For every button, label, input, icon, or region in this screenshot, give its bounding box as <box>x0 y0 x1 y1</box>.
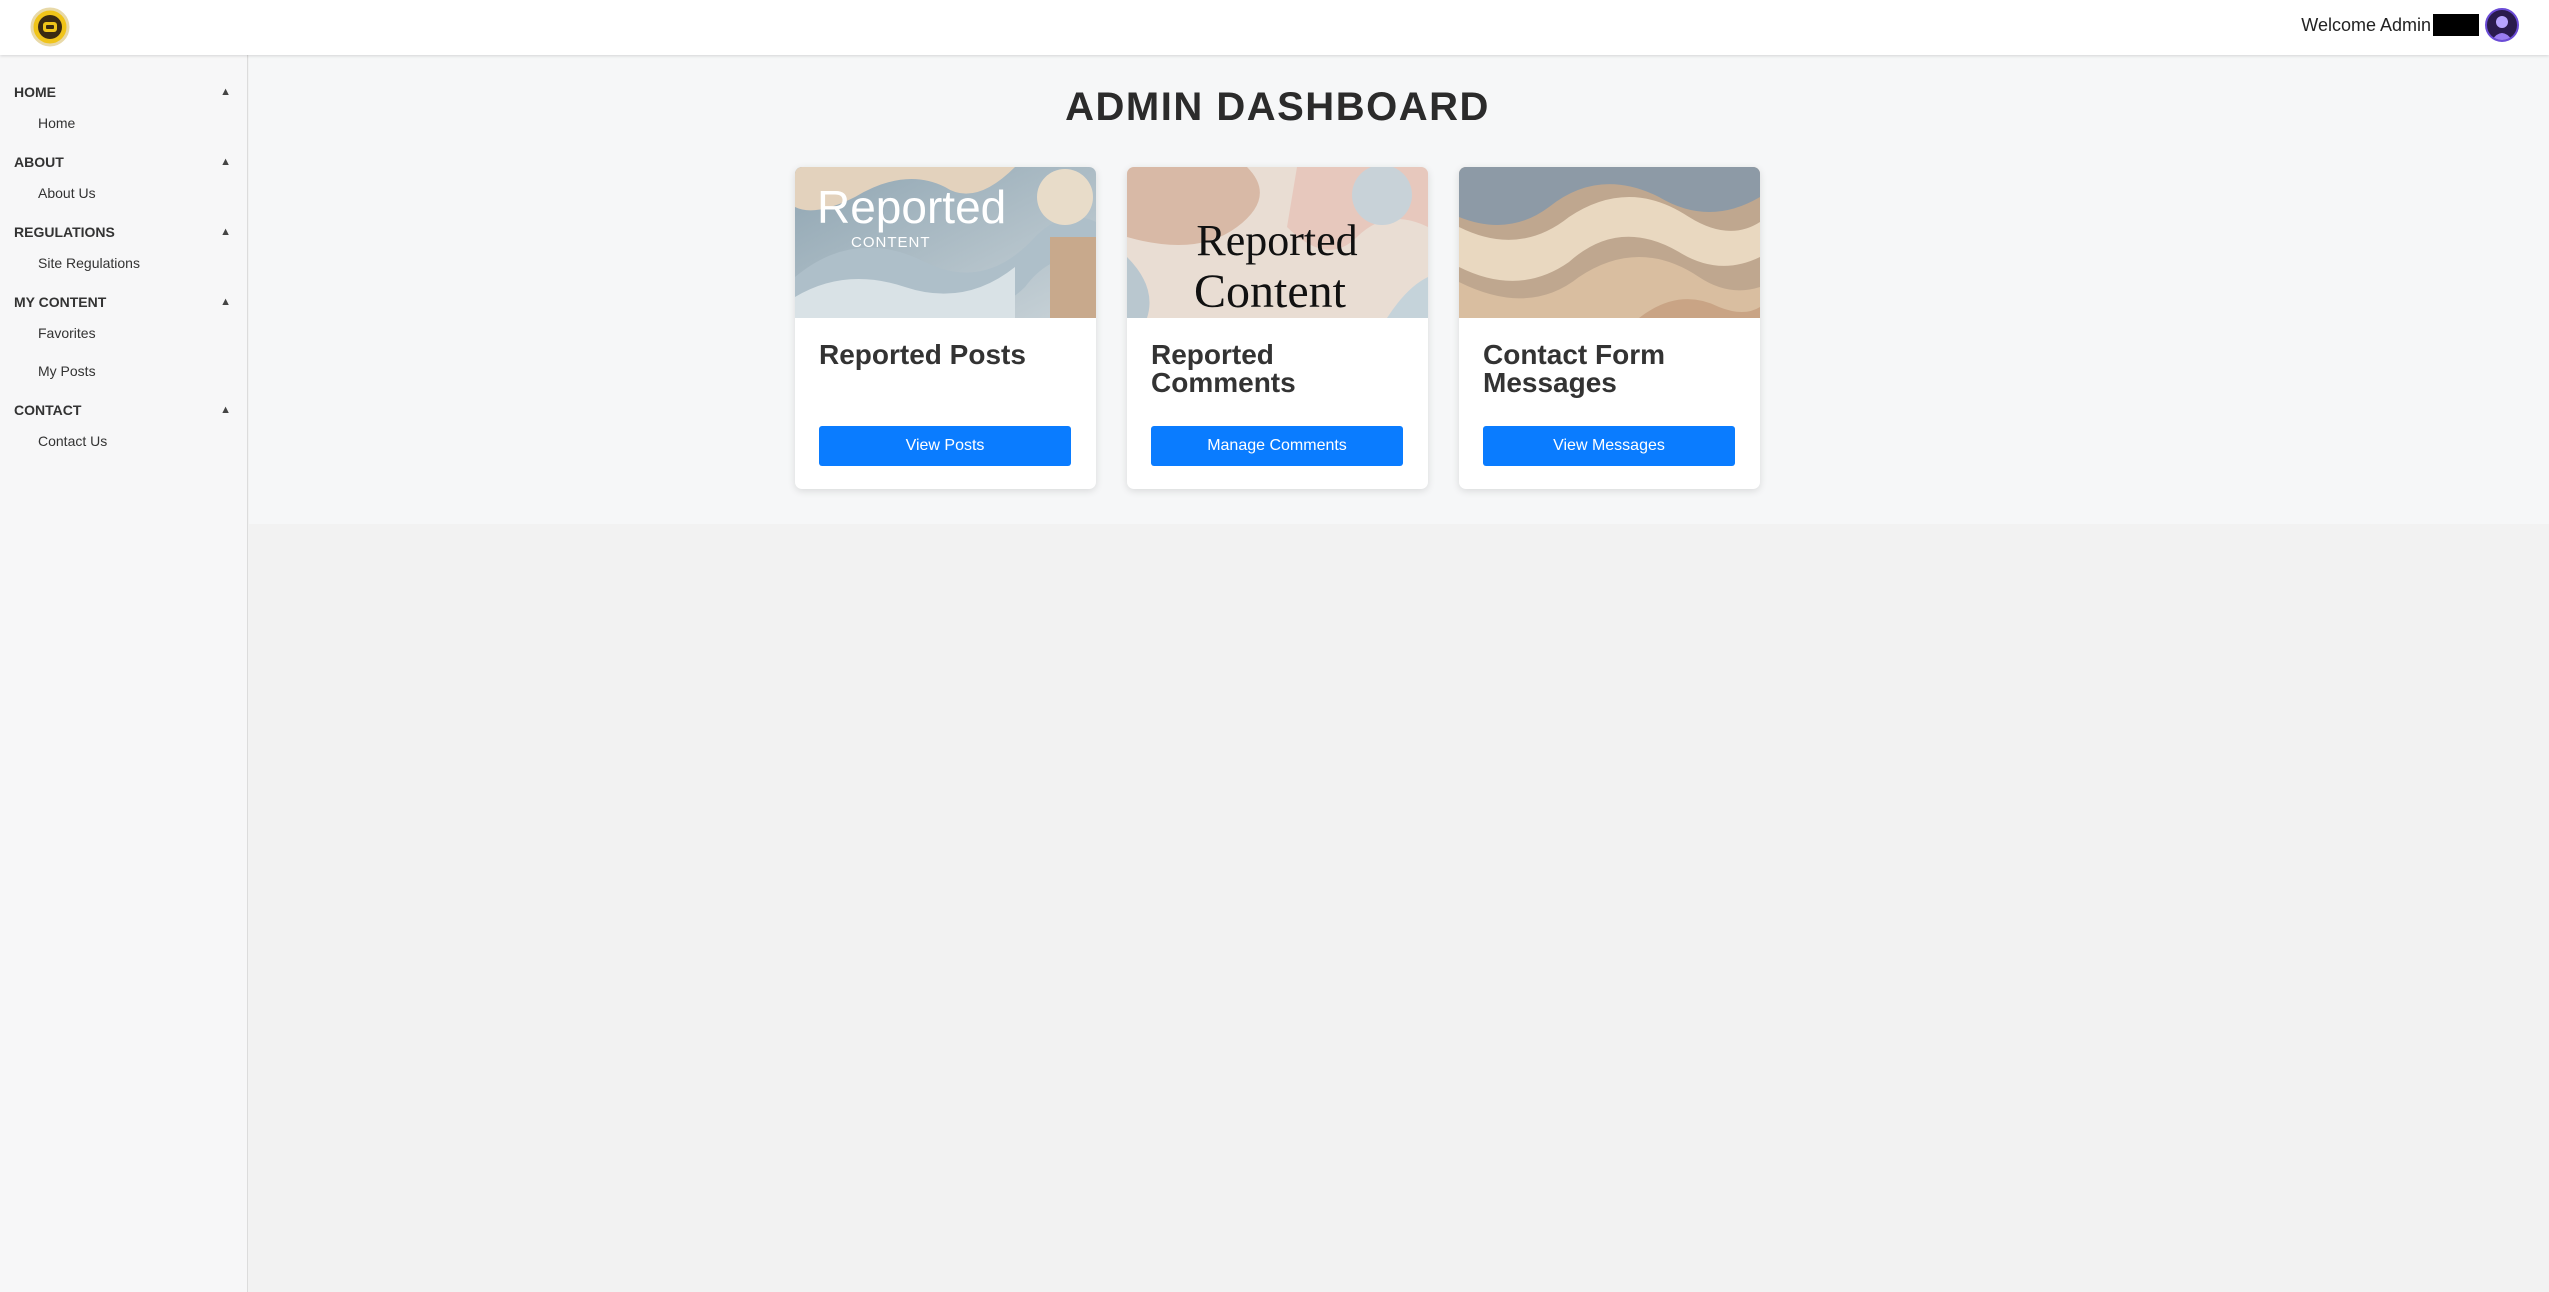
sidebar-section-title: MY CONTENT <box>14 294 107 310</box>
main-content: ADMIN DASHBOARD Reported CONTENT Reporte… <box>249 55 2549 524</box>
reported-comments-image: Reported Content <box>1127 167 1428 318</box>
page-title: ADMIN DASHBOARD <box>1065 85 1490 129</box>
sidebar-section-title: CONTACT <box>14 402 82 418</box>
card-reported-posts: Reported CONTENT Reported Posts View Pos… <box>795 167 1096 489</box>
sidebar-item-home[interactable]: Home <box>0 115 247 131</box>
sidebar-section-title: ABOUT <box>14 154 64 170</box>
collapse-arrow-icon[interactable]: ▲ <box>220 156 231 168</box>
avatar-icon <box>2492 16 2512 40</box>
contact-messages-image <box>1459 167 1760 318</box>
card-contact-form-messages: Contact Form Messages View Messages <box>1459 167 1760 489</box>
collapse-arrow-icon[interactable]: ▲ <box>220 86 231 98</box>
sidebar-section-title: HOME <box>14 84 56 100</box>
sidebar-section-regulations: REGULATIONS ▲ Site Regulations <box>0 223 247 271</box>
sidebar-item-contact-us[interactable]: Contact Us <box>0 433 247 449</box>
top-bar: Welcome Admin <box>0 0 2549 55</box>
sidebar-section-title: REGULATIONS <box>14 224 115 240</box>
user-avatar[interactable] <box>2485 8 2519 42</box>
reported-posts-image: Reported CONTENT <box>795 167 1096 318</box>
image-subtext: Content <box>1194 265 1347 318</box>
sidebar-item-site-regulations[interactable]: Site Regulations <box>0 255 247 271</box>
sidebar-item-my-posts[interactable]: My Posts <box>0 363 247 379</box>
welcome-text: Welcome Admin <box>2301 14 2431 35</box>
collapse-arrow-icon[interactable]: ▲ <box>220 404 231 416</box>
sidebar-section-contact: CONTACT ▲ Contact Us <box>0 401 247 449</box>
sidebar-section-header-regulations[interactable]: REGULATIONS ▲ <box>0 223 247 241</box>
card-title: Reported Posts <box>819 339 1026 370</box>
card-title: Contact Form Messages <box>1483 339 1665 398</box>
sidebar-item-favorites[interactable]: Favorites <box>0 325 247 341</box>
sidebar-section-header-my-content[interactable]: MY CONTENT ▲ <box>0 293 247 311</box>
image-subtext: CONTENT <box>851 234 931 251</box>
sidebar-section-header-contact[interactable]: CONTACT ▲ <box>0 401 247 419</box>
collapse-arrow-icon[interactable]: ▲ <box>220 226 231 238</box>
sidebar-section-header-about[interactable]: ABOUT ▲ <box>0 153 247 171</box>
image-text: Reported <box>817 181 1006 233</box>
view-messages-button[interactable]: View Messages <box>1483 426 1735 466</box>
image-text: Reported <box>1196 216 1357 265</box>
manage-comments-button[interactable]: Manage Comments <box>1151 426 1403 466</box>
sidebar-item-about-us[interactable]: About Us <box>0 185 247 201</box>
collapse-arrow-icon[interactable]: ▲ <box>220 296 231 308</box>
user-welcome: Welcome Admin <box>2301 0 2549 50</box>
site-logo-icon[interactable] <box>30 7 70 47</box>
redacted-username <box>2433 14 2479 36</box>
sidebar-section-my-content: MY CONTENT ▲ Favorites My Posts <box>0 293 247 379</box>
sidebar: HOME ▲ Home ABOUT ▲ About Us REGULATIONS… <box>0 55 248 1292</box>
card-title: Reported Comments <box>1151 339 1296 398</box>
card-reported-comments: Reported Content Reported Comments Manag… <box>1127 167 1428 489</box>
view-posts-button[interactable]: View Posts <box>819 426 1071 466</box>
sidebar-section-header-home[interactable]: HOME ▲ <box>0 83 247 101</box>
sidebar-section-home: HOME ▲ Home <box>0 83 247 131</box>
sidebar-section-about: ABOUT ▲ About Us <box>0 153 247 201</box>
